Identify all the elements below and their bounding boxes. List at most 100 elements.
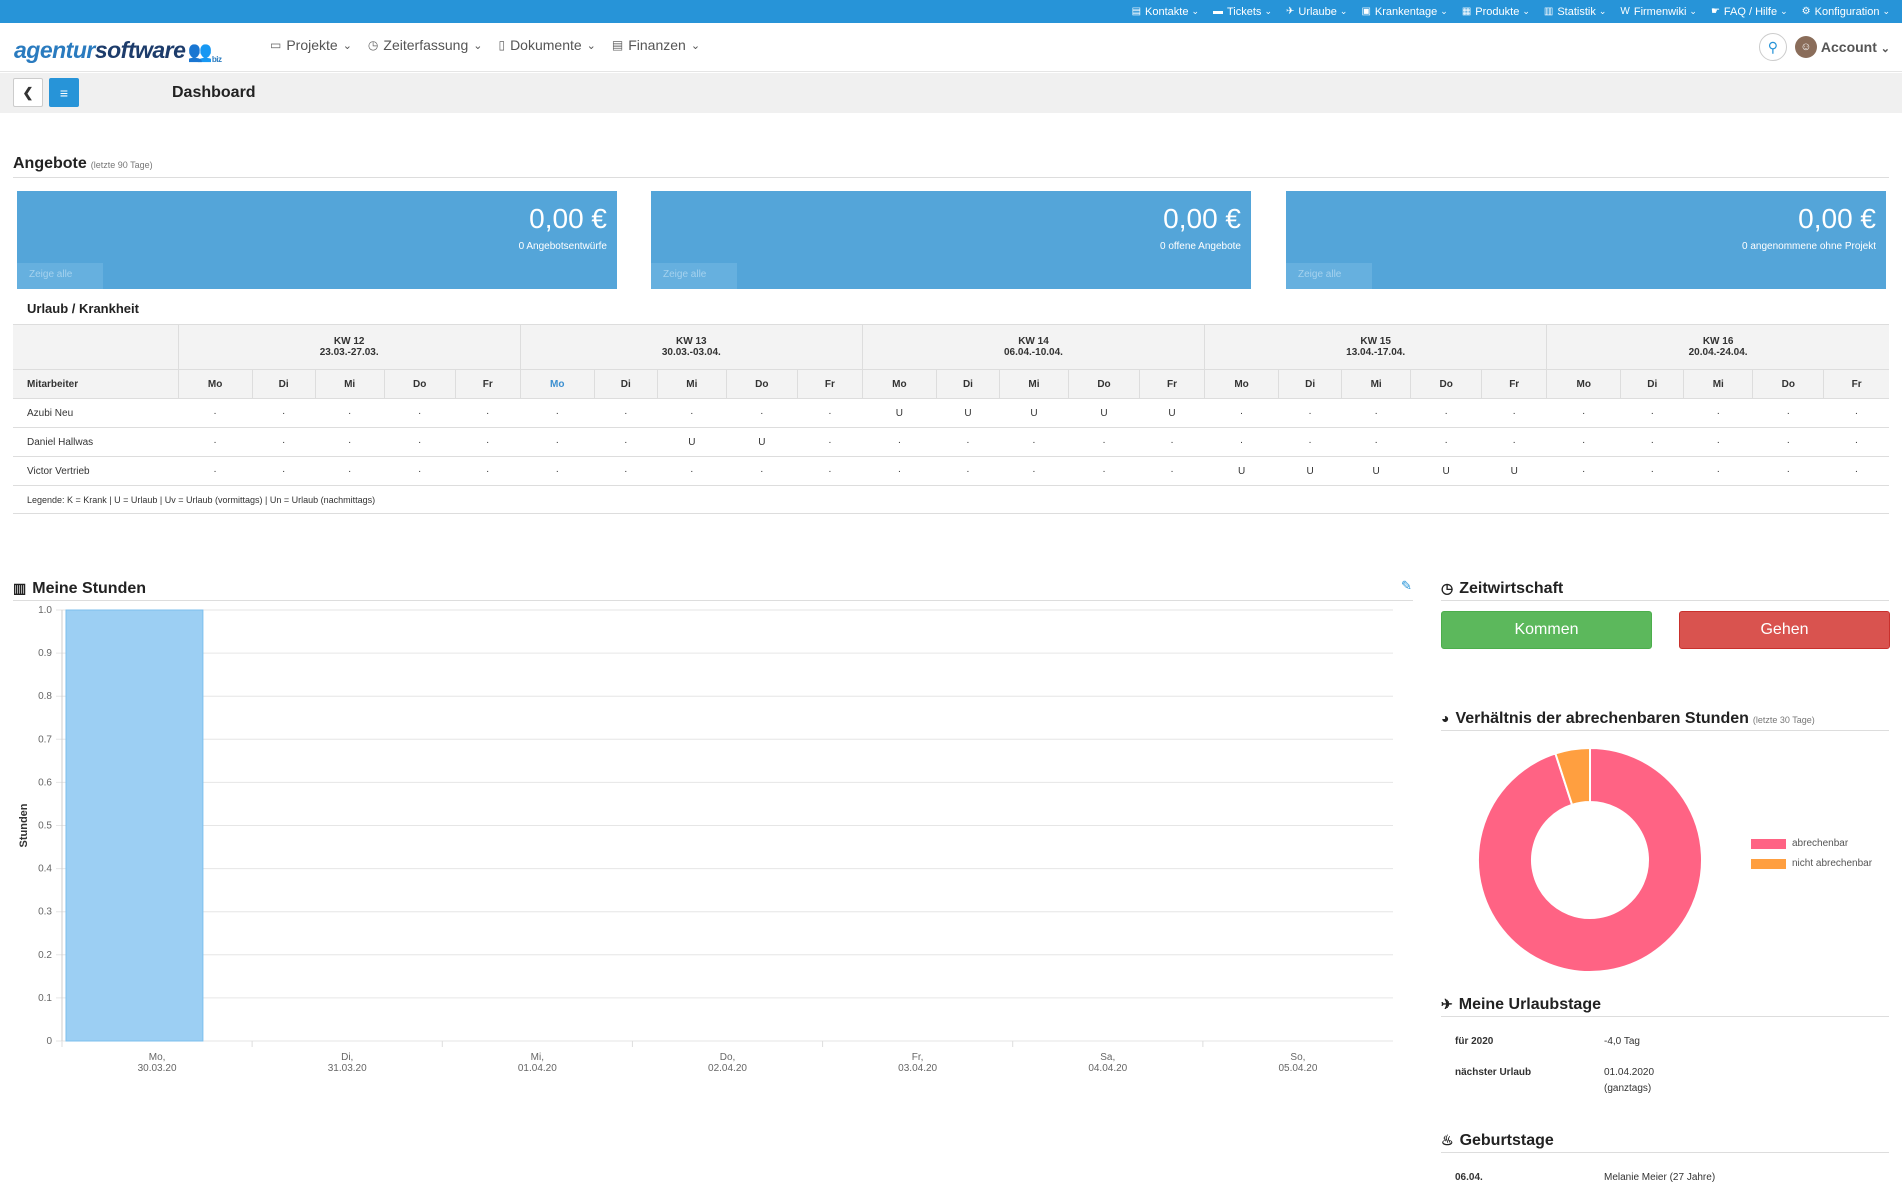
zeitwirtschaft-title-text: Zeitwirtschaft [1459, 580, 1564, 597]
day-cell: · [1620, 427, 1684, 457]
y-tick-label: 1.0 [38, 605, 52, 616]
briefcase-icon: ▭ [270, 38, 282, 52]
chevron-down-icon: ⌄ [1598, 6, 1607, 16]
day-header: Mi [998, 369, 1069, 399]
topnav-item-8[interactable]: ⚙ Konfiguration ⌄ [1802, 6, 1890, 18]
divider [1441, 600, 1889, 601]
day-cell: · [1683, 456, 1753, 486]
tile-value: 0,00 € [529, 203, 607, 234]
topnav-item-1[interactable]: ▬ Tickets ⌄ [1213, 6, 1272, 18]
topnav-item-6[interactable]: W Firmenwiki ⌄ [1620, 6, 1697, 18]
angebote-subtitle: (letzte 90 Tage) [90, 160, 153, 170]
mainnav-label: Finanzen [628, 37, 686, 53]
brand-part1: agentur [14, 37, 95, 63]
y-tick-label: 0.9 [38, 648, 52, 659]
day-cell: · [726, 456, 798, 486]
legend-label: abrechenbar [1792, 838, 1849, 849]
divider [13, 177, 1889, 178]
day-cell: U [1139, 398, 1205, 428]
chevron-down-icon: ⌄ [473, 39, 483, 52]
week-header-row: KW 12 23.03.-27.03. KW 13 30.03.-03.04. KW 1… [13, 324, 1889, 370]
topnav-label: Produkte [1475, 5, 1520, 18]
pencil-icon[interactable]: ✎ [1401, 578, 1412, 594]
day-cell: · [520, 427, 595, 457]
chevron-down-icon: ⌄ [1339, 6, 1348, 16]
kommen-button[interactable]: Kommen [1441, 611, 1652, 649]
day-header: Di [251, 369, 316, 399]
next-vacation-label: nächster Urlaub [1455, 1067, 1532, 1078]
day-cell: · [1068, 427, 1140, 457]
legend-nicht-abrechenbar[interactable]: nicht abrechenbar [1751, 858, 1872, 869]
mainnav-item-3[interactable]: ▤ Finanzen ⌄ [612, 37, 700, 53]
chevron-down-icon: ⌄ [1689, 6, 1697, 16]
day-cell: · [1620, 456, 1684, 486]
week-number: KW 13 [676, 336, 707, 347]
day-cell: · [1410, 398, 1482, 428]
avatar[interactable]: ☺ [1794, 36, 1817, 58]
brand-part2: software [94, 37, 186, 63]
mainnav-item-1[interactable]: ◷ Zeiterfassung ⌄ [368, 37, 483, 53]
legend-swatch [1751, 858, 1786, 869]
mainnav-item-0[interactable]: ▭ Projekte ⌄ [270, 37, 352, 53]
account-menu[interactable]: Account ⌄ [1821, 39, 1890, 55]
y-tick-label: 0.8 [38, 691, 52, 702]
x-tick-label: 02.04.20 [708, 1063, 747, 1074]
day-cell: · [594, 456, 658, 486]
donut-svg [1477, 746, 1703, 973]
day-cell: U [1481, 456, 1547, 486]
user-icon: ☺ [1800, 41, 1812, 53]
tile-label: 0 offene Angebote [1159, 241, 1241, 252]
day-header: Fr [1481, 369, 1547, 399]
topnav-item-4[interactable]: ▦ Produkte ⌄ [1462, 6, 1530, 18]
day-cell: · [384, 427, 456, 457]
day-cell: · [252, 398, 316, 428]
urlaub-year-label: für 2020 [1455, 1036, 1494, 1047]
employee-name[interactable]: Daniel Hallwas [13, 427, 179, 457]
y-tick-label: 0.3 [38, 907, 52, 918]
menu-toggle-button[interactable]: ≡ [49, 78, 79, 107]
legend-label: nicht abrechenbar [1792, 858, 1873, 869]
show-all-link[interactable]: Zeige alle [651, 263, 737, 289]
divider [1441, 1016, 1889, 1017]
back-button[interactable]: ❮ [13, 78, 43, 107]
day-cell: U [999, 398, 1069, 428]
employee-name[interactable]: Azubi Neu [13, 398, 179, 428]
legend-abrechenbar[interactable]: abrechenbar [1751, 838, 1848, 849]
day-cell: · [999, 456, 1069, 486]
products-icon: ▦ [1461, 6, 1472, 17]
geburtstage-title-text: Geburtstage [1459, 1132, 1554, 1149]
medkit-icon: ▣ [1361, 6, 1371, 17]
topnav-item-2[interactable]: ✈ Urlaube ⌄ [1286, 6, 1347, 18]
gehen-button[interactable]: Gehen [1679, 611, 1890, 649]
y-tick-label: 0 [46, 1036, 52, 1047]
tile-value: 0,00 € [1798, 203, 1876, 234]
day-cell: U [657, 427, 727, 457]
empty-header [13, 324, 179, 370]
employee-name[interactable]: Victor Vertrieb [13, 456, 179, 486]
topnav-item-7[interactable]: ☛ FAQ / Hilfe ⌄ [1711, 6, 1788, 18]
day-cell: U [1068, 398, 1140, 428]
mainnav-item-2[interactable]: ▯ Dokumente ⌄ [498, 37, 595, 53]
tile-angebotsentwuerfe: 0,00 € 0 Angebotsentwürfe Zeige alle [17, 191, 617, 289]
chevron-down-icon: ⌄ [586, 39, 596, 52]
day-cell: · [594, 427, 658, 457]
day-cell: · [1683, 398, 1753, 428]
day-cell: · [384, 398, 456, 428]
day-header: Do [1067, 369, 1140, 399]
x-tick-label: Do, [720, 1052, 736, 1063]
week-header: KW 12 23.03.-27.03. [177, 324, 521, 370]
search-button[interactable]: ⚲ [1758, 33, 1787, 61]
topnav-label: Urlaube [1298, 5, 1337, 18]
show-all-link[interactable]: Zeige alle [1286, 263, 1372, 289]
day-cell: · [1278, 398, 1342, 428]
topnav-item-3[interactable]: ▣ Krankentage ⌄ [1361, 6, 1447, 18]
topnav-item-0[interactable]: ▤ Kontakte ⌄ [1132, 6, 1199, 18]
y-tick-label: 0.5 [38, 821, 52, 832]
topnav-item-5[interactable]: ▥ Statistik ⌄ [1544, 6, 1607, 18]
chevron-down-icon: ⌄ [1440, 6, 1448, 16]
show-all-link[interactable]: Zeige alle [17, 263, 103, 289]
day-cell: · [1752, 427, 1824, 457]
day-cell: · [315, 427, 385, 457]
brand-logo[interactable]: agentursoftware 👥biz [14, 37, 222, 64]
hours-bar[interactable] [65, 609, 204, 1042]
